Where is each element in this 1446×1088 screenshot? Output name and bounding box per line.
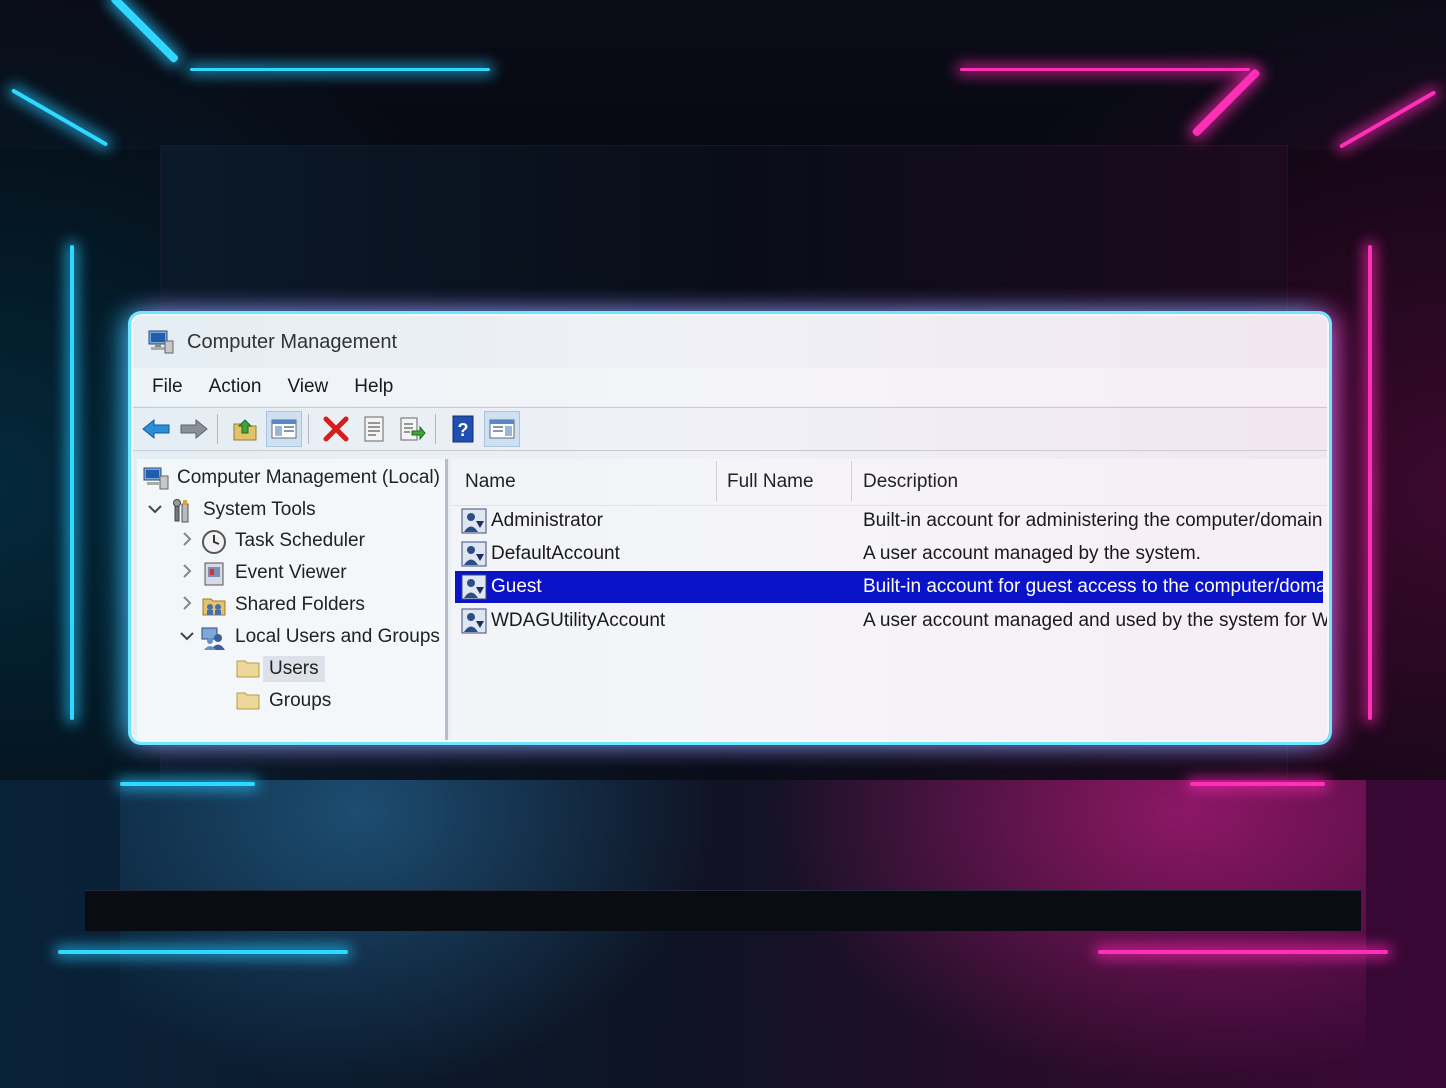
column-resize-handle[interactable] [716, 461, 717, 501]
delete-icon [323, 416, 349, 442]
tree-label: Computer Management (Local) [177, 467, 440, 488]
user-name: DefaultAccount [491, 543, 620, 564]
tree-item-computer-management-local[interactable]: Computer Management (Local) [143, 463, 440, 493]
help-button[interactable]: ? [446, 412, 480, 446]
user-description: A user account managed and used by the s… [863, 610, 1329, 631]
neon-strip [70, 245, 74, 720]
neon-strip [1190, 782, 1325, 786]
user-icon [461, 608, 487, 634]
menu-bar: File Action View Help [133, 368, 1327, 406]
show-hide-console-tree-icon [271, 419, 297, 439]
computer-management-app-icon [147, 329, 175, 355]
folder-icon [235, 689, 261, 713]
neon-strip [960, 68, 1250, 71]
user-icon [461, 541, 487, 567]
user-name: WDAGUtilityAccount [491, 610, 666, 631]
tree-label: Shared Folders [235, 594, 365, 615]
properties-icon [364, 416, 384, 442]
tree-item-users[interactable]: Users [235, 654, 325, 684]
local-users-groups-icon [201, 625, 227, 650]
floor-step [85, 890, 1361, 931]
tree-item-event-viewer[interactable]: Event Viewer [177, 558, 347, 588]
properties-button[interactable] [357, 412, 391, 446]
menu-action[interactable]: Action [196, 376, 275, 398]
chevron-down-icon[interactable] [177, 628, 197, 646]
window-title: Computer Management [187, 330, 398, 353]
export-list-icon [400, 417, 426, 441]
toolbar: ? [133, 407, 1327, 451]
neon-strip [120, 782, 255, 786]
forward-arrow-icon [180, 418, 208, 440]
back-button[interactable] [139, 412, 173, 446]
list-row-defaultaccount[interactable]: DefaultAccount A user account managed by… [455, 538, 1323, 570]
chevron-right-icon[interactable] [177, 531, 197, 551]
user-icon [461, 574, 487, 600]
user-description: Built-in account for guest access to the… [863, 576, 1329, 597]
shared-folders-icon [201, 593, 227, 617]
forward-button[interactable] [177, 412, 211, 446]
chevron-right-icon[interactable] [177, 563, 197, 583]
event-viewer-icon [201, 561, 227, 586]
task-scheduler-clock-icon [201, 529, 227, 554]
tree-label: Groups [269, 690, 332, 711]
tree-item-task-scheduler[interactable]: Task Scheduler [177, 526, 365, 556]
up-folder-icon [233, 419, 257, 441]
list-header: Name Full Name Description [451, 459, 1327, 506]
tree-item-groups[interactable]: Groups [235, 686, 331, 716]
svg-text:?: ? [458, 420, 469, 440]
back-arrow-icon [142, 418, 170, 440]
user-description: Built-in account for administering the c… [863, 510, 1323, 531]
column-header-full-name[interactable]: Full Name [727, 471, 814, 493]
menu-file[interactable]: File [139, 376, 196, 398]
neon-strip [1368, 245, 1372, 720]
tree-label: Event Viewer [235, 562, 347, 583]
list-row-administrator[interactable]: Administrator Built-in account for admin… [455, 505, 1323, 537]
export-list-button[interactable] [395, 412, 429, 446]
console-tree-pane: Computer Management (Local) System Tools… [137, 459, 448, 740]
folder-icon [235, 657, 261, 681]
tree-label: Users [263, 656, 325, 682]
menu-help[interactable]: Help [341, 376, 406, 398]
up-one-level-button[interactable] [228, 412, 262, 446]
computer-management-icon [143, 466, 169, 490]
tree-label: Task Scheduler [235, 530, 365, 551]
user-name: Administrator [491, 510, 603, 531]
user-name: Guest [491, 576, 542, 597]
neon-strip [1098, 950, 1388, 954]
computer-management-window: Computer Management File Action View Hel… [131, 314, 1329, 742]
users-list-pane: Name Full Name Description Administrator… [451, 459, 1327, 740]
tree-label: System Tools [203, 499, 316, 520]
column-header-description[interactable]: Description [863, 471, 958, 493]
column-header-name[interactable]: Name [465, 471, 516, 493]
list-row-guest[interactable]: Guest Built-in account for guest access … [455, 571, 1327, 603]
help-icon: ? [452, 415, 474, 443]
user-description: A user account managed by the system. [863, 543, 1201, 564]
show-hide-console-tree-button[interactable] [266, 411, 302, 447]
list-row-wdagutilityaccount[interactable]: WDAGUtilityAccount A user account manage… [455, 605, 1327, 637]
floor [0, 780, 1446, 1088]
column-resize-handle[interactable] [851, 461, 852, 501]
tree-item-local-users-and-groups[interactable]: Local Users and Groups [177, 622, 440, 652]
system-tools-icon [169, 498, 195, 523]
chevron-down-icon[interactable] [145, 501, 165, 519]
neon-strip [58, 950, 348, 954]
delete-button[interactable] [319, 412, 353, 446]
title-bar[interactable]: Computer Management [133, 316, 1327, 368]
tree-item-shared-folders[interactable]: Shared Folders [177, 590, 365, 620]
neon-strip [190, 68, 490, 71]
tree-label: Local Users and Groups [235, 626, 440, 647]
show-hide-action-pane-icon [489, 419, 515, 439]
tree-item-system-tools[interactable]: System Tools [145, 495, 316, 525]
user-icon [461, 508, 487, 534]
menu-view[interactable]: View [274, 376, 341, 398]
show-hide-action-pane-button[interactable] [484, 411, 520, 447]
chevron-right-icon[interactable] [177, 595, 197, 615]
